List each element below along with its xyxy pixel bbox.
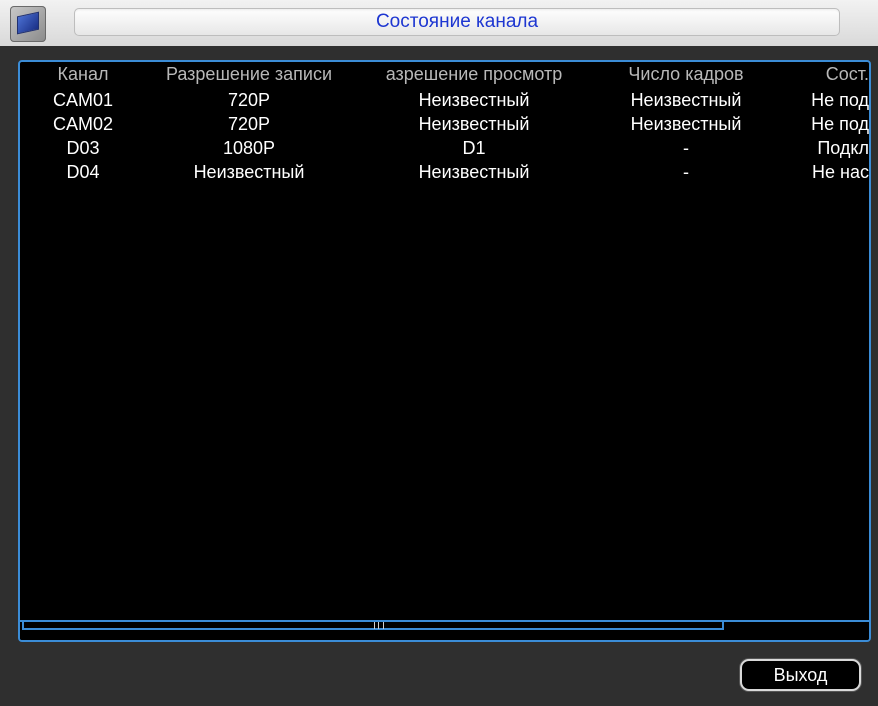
cell-frame-rate: Неизвестный <box>630 90 742 110</box>
cell-preview-resolution: Неизвестный <box>418 90 530 110</box>
cell-channel: D04 <box>66 162 100 182</box>
header-channel: Канал <box>57 64 109 84</box>
header-frame-rate: Число кадров <box>628 64 744 84</box>
table-row[interactable]: CAM02 720P Неизвестный Неизвестный Не по… <box>20 112 869 136</box>
horizontal-scrollbar[interactable] <box>20 620 869 640</box>
header-record-resolution: Разрешение записи <box>165 64 333 84</box>
header-status: Сост. <box>825 64 869 84</box>
exit-button[interactable]: Выход <box>740 659 861 691</box>
window-title: Состояние канала <box>375 11 539 32</box>
title-field: Состояние канала <box>74 8 840 36</box>
table-header: Канал Разрешение записи азрешение просмо… <box>20 62 869 86</box>
cell-record-resolution: 720P <box>227 114 271 134</box>
cell-frame-rate: - <box>683 138 689 158</box>
cell-preview-resolution: Неизвестный <box>418 162 530 182</box>
channel-table: Канал Разрешение записи азрешение просмо… <box>18 60 871 642</box>
cell-preview-resolution: Неизвестный <box>418 114 530 134</box>
cell-frame-rate: - <box>683 162 689 182</box>
cell-status: Подкл <box>817 138 869 158</box>
table-row[interactable]: D03 1080P D1 - Подкл <box>20 136 869 160</box>
grip-icon <box>374 622 384 629</box>
cell-status: Не под <box>811 114 869 134</box>
cell-channel: CAM02 <box>52 114 114 134</box>
cell-channel: D03 <box>66 138 100 158</box>
header-row: Канал Разрешение записи азрешение просмо… <box>20 62 869 86</box>
cell-record-resolution: Неизвестный <box>193 162 305 182</box>
cell-channel: CAM01 <box>52 90 114 110</box>
cell-frame-rate: Неизвестный <box>630 114 742 134</box>
header-preview-resolution: азрешение просмотр <box>385 64 563 84</box>
cell-record-resolution: 1080P <box>222 138 276 158</box>
table-row[interactable]: D04 Неизвестный Неизвестный - Не нас <box>20 160 869 184</box>
cell-status: Не нас <box>812 162 869 182</box>
monitor-screen-graphic <box>17 11 39 35</box>
table-body: CAM01 720P Неизвестный Неизвестный Не по… <box>20 88 869 184</box>
cell-status: Не под <box>811 90 869 110</box>
monitor-icon <box>10 6 46 42</box>
cell-record-resolution: 720P <box>227 90 271 110</box>
scrollbar-thumb[interactable] <box>22 622 724 630</box>
table-row[interactable]: CAM01 720P Неизвестный Неизвестный Не по… <box>20 88 869 112</box>
cell-preview-resolution: D1 <box>462 138 486 158</box>
title-bar: Состояние канала <box>0 0 878 46</box>
channel-status-window: Состояние канала Канал Разрешение записи… <box>0 0 878 706</box>
